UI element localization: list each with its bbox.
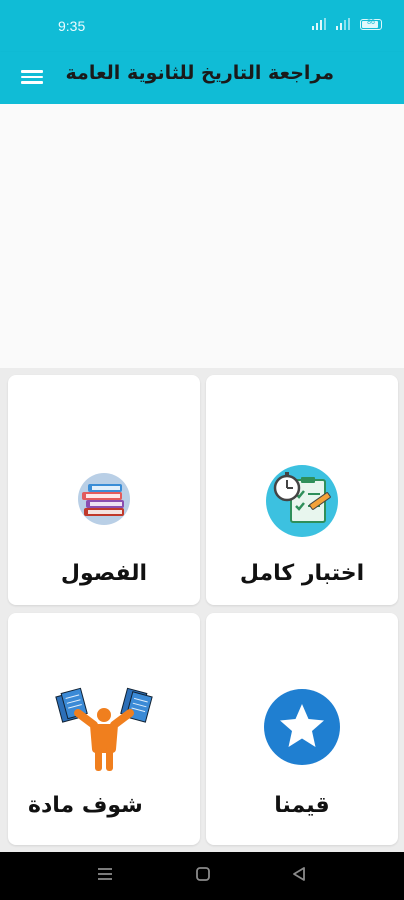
chapters-card[interactable]: الفصول	[8, 375, 200, 605]
recent-apps-icon[interactable]	[97, 866, 113, 882]
books-stack-icon	[78, 473, 130, 525]
app-title: مراجعة التاريخ للثانوية العامة	[65, 62, 334, 84]
system-nav-bar	[0, 852, 404, 900]
rate-us-card[interactable]: قيمنا	[206, 613, 398, 845]
person-holding-cards-icon	[55, 687, 153, 771]
see-subject-card[interactable]: شوف مادة	[8, 613, 200, 845]
full-exam-card[interactable]: اختبار كامل	[206, 375, 398, 605]
home-icon[interactable]	[195, 866, 211, 882]
content-blank-area	[0, 104, 404, 368]
status-time: 9:35	[58, 18, 86, 34]
back-icon[interactable]	[291, 866, 307, 882]
chapters-label: الفصول	[60, 561, 148, 586]
star-rating-icon	[264, 689, 340, 765]
menu-grid: اختبار كامل الفصول قيمنا شوف مادة	[0, 368, 404, 852]
battery-icon: 86	[360, 18, 382, 30]
signal-icon	[312, 18, 326, 30]
status-icons: 86	[312, 18, 382, 30]
status-bar: 9:35 86	[0, 0, 404, 52]
rate-us-label: قيمنا	[274, 793, 330, 818]
app-bar: مراجعة التاريخ للثانوية العامة	[0, 52, 404, 104]
stopwatch-quiz-icon	[266, 465, 338, 537]
see-subject-label: شوف مادة	[28, 793, 143, 818]
hamburger-menu-icon[interactable]	[21, 67, 43, 87]
signal-2-icon	[336, 18, 350, 30]
battery-level: 86	[367, 18, 375, 26]
full-exam-label: اختبار كامل	[239, 561, 365, 586]
